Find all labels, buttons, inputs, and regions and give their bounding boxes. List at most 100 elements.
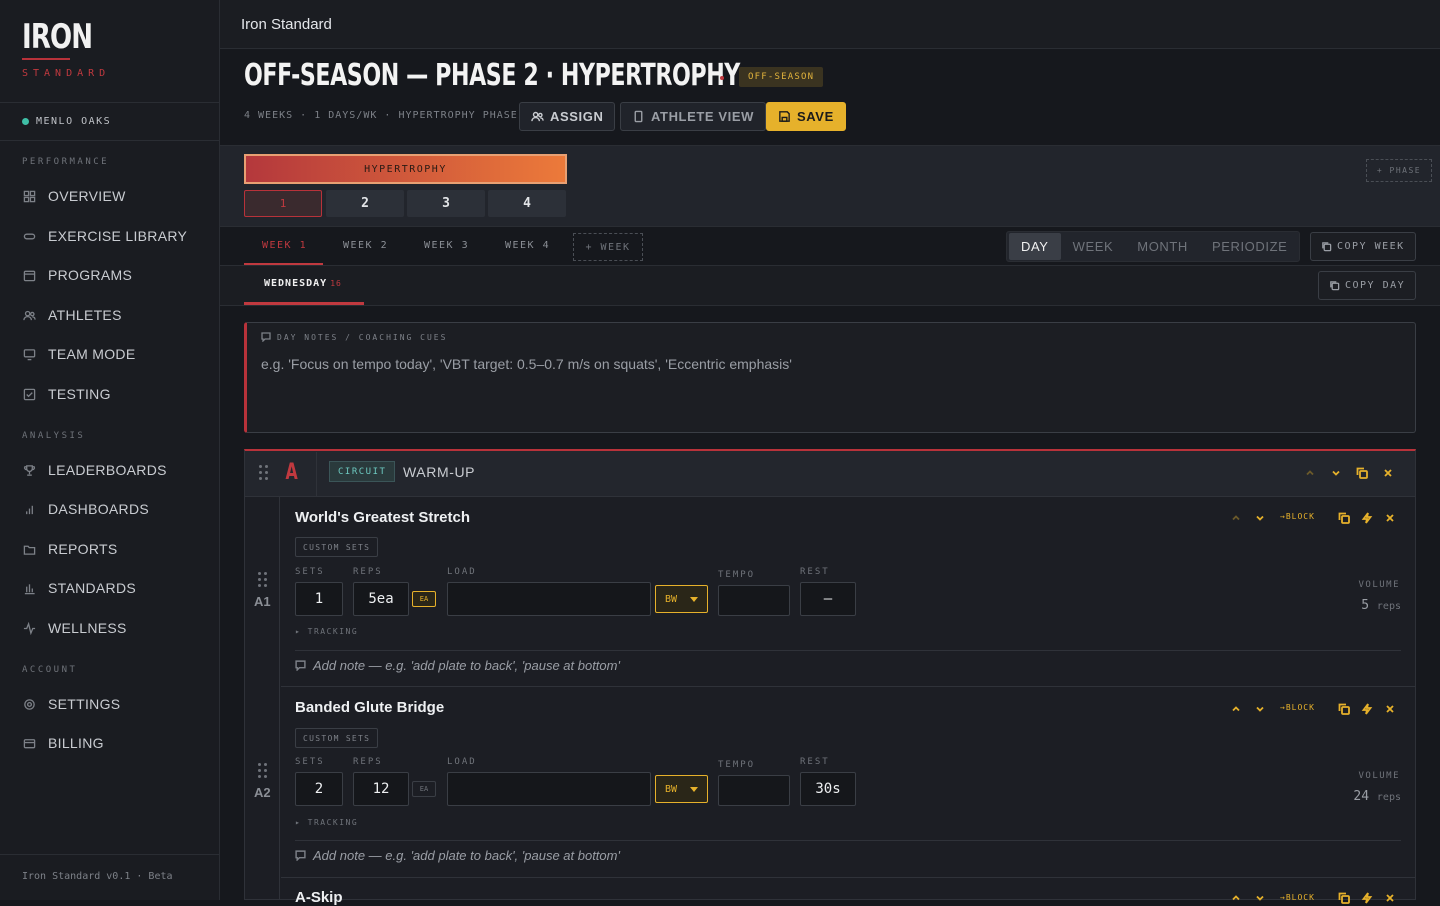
close-icon[interactable]	[1383, 511, 1397, 525]
sidebar-item-exercise-library[interactable]: EXERCISE LIBRARY	[22, 226, 187, 246]
load-unit-select[interactable]: BW	[655, 585, 708, 613]
tab-week-4[interactable]: WEEK 4	[505, 240, 550, 251]
tab-week-2[interactable]: WEEK 2	[343, 240, 388, 251]
close-icon[interactable]	[1381, 466, 1395, 480]
view-periodize[interactable]: PERIODIZE	[1200, 233, 1299, 260]
day-date: 16	[330, 279, 342, 288]
sidebar-item-billing[interactable]: BILLING	[22, 733, 104, 753]
sidebar-item-overview[interactable]: OVERVIEW	[22, 186, 126, 206]
custom-sets-button[interactable]: CUSTOM SETS	[295, 537, 379, 557]
sidebar-item-programs[interactable]: PROGRAMS	[22, 265, 132, 285]
tracking-toggle[interactable]: ▸ TRACKING	[295, 818, 358, 827]
exercise-name[interactable]: A-Skip	[295, 889, 343, 906]
exercise-name[interactable]: World's Greatest Stretch	[295, 509, 470, 526]
tracking-toggle[interactable]: ▸ TRACKING	[295, 627, 358, 636]
view-month[interactable]: MONTH	[1125, 233, 1200, 260]
duplicate-icon[interactable]	[1337, 891, 1351, 905]
lightning-icon[interactable]	[1360, 511, 1374, 525]
block-name[interactable]: WARM-UP	[403, 464, 475, 480]
duplicate-icon[interactable]	[1355, 466, 1369, 480]
each-side-toggle[interactable]: EA	[412, 781, 436, 797]
assign-button[interactable]: ASSIGN	[519, 102, 616, 131]
chevron-down-icon[interactable]	[1253, 891, 1267, 905]
copy-week-button[interactable]: COPY WEEK	[1310, 232, 1416, 261]
view-week[interactable]: WEEK	[1061, 233, 1126, 260]
move-to-block-label: BLOCK	[1285, 893, 1315, 902]
comment-icon	[295, 660, 306, 671]
move-to-block-button[interactable]: → BLOCK	[1280, 512, 1315, 521]
drag-handle-icon[interactable]	[259, 465, 269, 480]
lightning-icon[interactable]	[1360, 702, 1374, 716]
sets-input[interactable]: 1	[295, 582, 343, 616]
phase-week-3[interactable]: 3	[407, 190, 485, 217]
reps-input[interactable]: 12	[353, 772, 409, 806]
block-type-badge[interactable]: CIRCUIT	[329, 461, 396, 482]
chevron-down-icon[interactable]	[1253, 511, 1267, 525]
add-week-button[interactable]: + WEEK	[573, 233, 643, 261]
chevron-up-icon[interactable]	[1229, 891, 1243, 905]
logo[interactable]: IRON STANDARD	[22, 18, 110, 79]
sidebar-item-testing[interactable]: TESTING	[22, 384, 111, 404]
sidebar-item-label: BILLING	[48, 735, 104, 751]
exercise-id: A2	[254, 785, 271, 800]
drag-handle-icon[interactable]	[258, 763, 268, 778]
load-unit-select[interactable]: BW	[655, 775, 708, 803]
add-note-field[interactable]: Add note — e.g. 'add plate to back', 'pa…	[295, 848, 620, 863]
reps-input[interactable]: 5ea	[353, 582, 409, 616]
load-input[interactable]	[447, 582, 651, 616]
tab-day-wednesday[interactable]: WEDNESDAY 16	[264, 278, 342, 289]
move-to-block-button[interactable]: → BLOCK	[1280, 703, 1315, 712]
add-note-field[interactable]: Add note — e.g. 'add plate to back', 'pa…	[295, 658, 620, 673]
sidebar-item-wellness[interactable]: WELLNESS	[22, 618, 127, 638]
sidebar-item-athletes[interactable]: ATHLETES	[22, 305, 122, 325]
athlete-view-button[interactable]: ATHLETE VIEW	[620, 102, 767, 131]
drag-handle-icon[interactable]	[258, 572, 268, 587]
move-to-block-button[interactable]: → BLOCK	[1280, 893, 1315, 902]
chevron-up-icon[interactable]	[1229, 511, 1243, 525]
tempo-input[interactable]	[718, 775, 790, 806]
duplicate-icon[interactable]	[1337, 702, 1351, 716]
save-button[interactable]: SAVE	[766, 102, 846, 131]
rest-input[interactable]: 30s	[800, 772, 856, 806]
copy-day-button[interactable]: COPY DAY	[1318, 271, 1417, 300]
phase-bar-hypertrophy[interactable]: HYPERTROPHY	[244, 154, 567, 184]
sidebar-item-team-mode[interactable]: TEAM MODE	[22, 344, 135, 364]
phase-week-2[interactable]: 2	[326, 190, 404, 217]
phase-week-4[interactable]: 4	[488, 190, 566, 217]
chevron-up-icon[interactable]	[1303, 466, 1317, 480]
close-icon[interactable]	[1383, 702, 1397, 716]
close-icon[interactable]	[1383, 891, 1397, 905]
chevron-up-icon[interactable]	[1229, 702, 1243, 716]
sidebar-item-leaderboards[interactable]: LEADERBOARDS	[22, 460, 167, 480]
sidebar-item-dashboards[interactable]: DASHBOARDS	[22, 499, 149, 519]
chevron-down-icon[interactable]	[1253, 702, 1267, 716]
rest-input[interactable]: –	[800, 582, 856, 616]
duplicate-icon[interactable]	[1337, 511, 1351, 525]
sidebar-item-settings[interactable]: SETTINGS	[22, 694, 120, 714]
comment-icon	[261, 332, 271, 342]
tab-week-3[interactable]: WEEK 3	[424, 240, 469, 251]
exercise-name[interactable]: Banded Glute Bridge	[295, 699, 444, 716]
each-side-toggle[interactable]: EA	[412, 591, 436, 607]
sidebar-item-reports[interactable]: REPORTS	[22, 539, 118, 559]
load-input[interactable]	[447, 772, 651, 806]
save-label: SAVE	[797, 109, 834, 124]
phase-week-1[interactable]: 1	[244, 190, 322, 217]
tempo-input[interactable]	[718, 585, 790, 616]
tab-week-1[interactable]: WEEK 1	[262, 240, 307, 251]
view-day[interactable]: DAY	[1009, 233, 1061, 260]
sidebar-item-standards[interactable]: STANDARDS	[22, 578, 136, 598]
season-badge: OFF-SEASON	[739, 67, 824, 87]
program-meta: 4 WEEKS · 1 DAYS/WK · HYPERTROPHY PHASE	[244, 110, 518, 121]
custom-sets-button[interactable]: CUSTOM SETS	[295, 728, 379, 748]
day-notes-label: DAY NOTES / COACHING CUES	[261, 332, 447, 342]
calendar-icon	[22, 268, 36, 282]
sets-input[interactable]: 2	[295, 772, 343, 806]
org-switcher[interactable]: MENLO OAKS	[0, 102, 219, 141]
chevron-down-icon[interactable]	[1329, 466, 1343, 480]
add-phase-button[interactable]: + PHASE	[1366, 159, 1432, 182]
reps-label: REPS	[353, 567, 383, 577]
lightning-icon[interactable]	[1360, 891, 1374, 905]
copy-icon	[1330, 281, 1340, 291]
move-to-block-label: BLOCK	[1285, 703, 1315, 712]
